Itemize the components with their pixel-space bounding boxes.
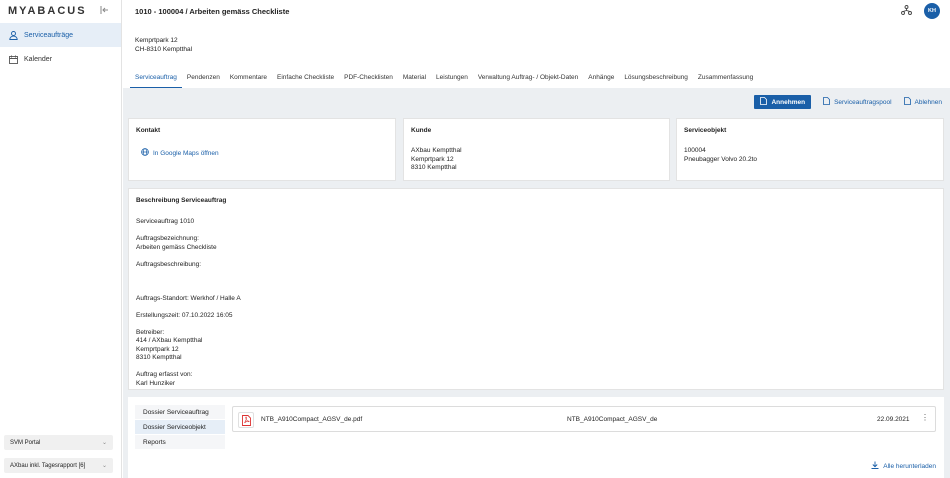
more-options-icon[interactable]: ⋮ xyxy=(921,413,929,422)
page-title: 1010 - 100004 / Arbeiten gemäss Checklis… xyxy=(135,6,290,16)
collapse-sidebar-icon[interactable] xyxy=(100,6,109,16)
file-title: NTB_A910Compact_AGSV_de xyxy=(567,416,658,423)
tab-serviceauftrag[interactable]: Serviceauftrag xyxy=(130,70,182,88)
description-line xyxy=(136,320,241,329)
description-line: Betreiber: xyxy=(136,328,165,336)
sidebar-item-label: Kalender xyxy=(24,55,53,63)
object-address: Kemprtpark 12 CH-8310 Kemptthal xyxy=(135,37,192,54)
file-name: NTB_A910Compact_AGSV_de.pdf xyxy=(261,416,363,423)
chevron-down-icon: ⌄ xyxy=(101,463,107,469)
page-header: 1010 - 100004 / Arbeiten gemäss Checklis… xyxy=(123,0,950,22)
pool-button[interactable]: Serviceauftragspool xyxy=(823,97,892,107)
sidebar: MYABACUS Serviceaufträge Kalender SVM Po… xyxy=(0,0,122,478)
reject-button-label: Ablehnen xyxy=(914,98,942,106)
object-number: 100004 xyxy=(684,147,706,154)
sidebar-item-serviceauftraege[interactable]: Serviceaufträge xyxy=(0,23,121,47)
tab-kommentare[interactable]: Kommentare xyxy=(225,70,272,88)
description-line xyxy=(136,303,241,312)
pool-button-label: Serviceauftragspool xyxy=(834,98,892,106)
calendar-icon xyxy=(8,54,18,64)
card-title: Kontakt xyxy=(136,127,161,134)
description-line: Karl Hunziker xyxy=(136,379,176,387)
customer-name: AXbau Kemptthal xyxy=(411,147,462,154)
chevron-down-icon: ⌄ xyxy=(101,440,107,446)
tab-anhaenge[interactable]: Anhänge xyxy=(583,70,619,88)
description-body: Serviceauftrag 1010 Auftragsbezeichnung:… xyxy=(136,218,241,388)
google-maps-link[interactable]: In Google Maps öffnen xyxy=(141,148,219,160)
description-line: Auftrags-Standort: Werkhof / Halle A xyxy=(136,294,241,302)
description-line: Erstellungszeit: 07.10.2022 16:05 xyxy=(136,311,233,319)
download-all-link[interactable]: Alle herunterladen xyxy=(871,461,936,471)
tab-bar: Serviceauftrag Pendenzen Kommentare Einf… xyxy=(130,70,758,88)
document-icon xyxy=(903,97,911,107)
description-line xyxy=(136,252,241,261)
document-icon xyxy=(760,97,768,107)
description-line: 8310 Kemptthal xyxy=(136,354,182,361)
description-line: 414 / AXbau Kemptthal xyxy=(136,337,203,344)
description-card: Beschreibung Serviceauftrag Serviceauftr… xyxy=(128,188,944,390)
person-icon xyxy=(8,30,18,40)
avatar[interactable]: KH xyxy=(924,3,940,19)
tab-loesungsbeschreibung[interactable]: Lösungsbeschreibung xyxy=(619,70,693,88)
card-title: Serviceobjekt xyxy=(684,127,727,134)
tab-zusammenfassung[interactable]: Zusammenfassung xyxy=(693,70,758,88)
main-content: Annehmen Serviceauftragspool Ablehnen Ko… xyxy=(123,88,950,478)
description-line: Auftrag erfasst von: xyxy=(136,371,193,378)
description-line xyxy=(136,286,241,295)
card-body: AXbau Kemptthal Kemprtpark 12 8310 Kempt… xyxy=(411,147,462,173)
description-line xyxy=(136,363,241,372)
description-line: Arbeiten gemäss Checkliste xyxy=(136,243,217,251)
tab-reports[interactable]: Reports xyxy=(135,435,225,449)
tab-pendenzen[interactable]: Pendenzen xyxy=(182,70,225,88)
description-line xyxy=(136,227,241,236)
description-line xyxy=(136,278,241,287)
customer-card: Kunde AXbau Kemptthal Kemprtpark 12 8310… xyxy=(403,118,670,181)
card-body: 100004 Pneubagger Volvo 20.2to xyxy=(684,147,757,164)
dossier-tabs: Dossier Serviceauftrag Dossier Serviceob… xyxy=(135,405,225,450)
app-logo: MYABACUS xyxy=(8,5,87,17)
sidebar-item-kalender[interactable]: Kalender xyxy=(0,47,121,71)
header-actions: KH xyxy=(901,3,940,19)
description-line: Kemprtpark 12 xyxy=(136,345,179,353)
tab-leistungen[interactable]: Leistungen xyxy=(431,70,473,88)
description-line xyxy=(136,269,241,278)
customer-street: Kemprtpark 12 xyxy=(411,155,454,163)
address-line: CH-8310 Kemptthal xyxy=(135,45,193,53)
action-bar: Annehmen Serviceauftragspool Ablehnen xyxy=(754,95,942,109)
file-row[interactable]: NTB_A910Compact_AGSV_de.pdf NTB_A910Comp… xyxy=(232,406,936,432)
pdf-file-icon xyxy=(238,412,254,428)
portal-select-value: SVM Portal xyxy=(10,439,41,446)
card-body: In Google Maps öffnen xyxy=(141,148,219,160)
mandant-select[interactable]: AXbau inkl. Tagesrapport [6] ⌄ xyxy=(4,458,113,473)
description-line: Serviceauftrag 1010 xyxy=(136,218,195,225)
download-icon xyxy=(871,461,879,471)
tab-einfache-checkliste[interactable]: Einfache Checkliste xyxy=(272,70,339,88)
description-line: Auftragsbeschreibung: xyxy=(136,260,202,268)
service-object-card: Serviceobjekt 100004 Pneubagger Volvo 20… xyxy=(676,118,944,181)
tab-dossier-serviceobjekt[interactable]: Dossier Serviceobjekt xyxy=(135,420,225,434)
network-icon[interactable] xyxy=(901,5,912,17)
download-all-label: Alle herunterladen xyxy=(883,462,936,470)
object-name: Pneubagger Volvo 20.2to xyxy=(684,155,758,163)
mandant-select-value: AXbau inkl. Tagesrapport [6] xyxy=(10,462,86,469)
customer-city: 8310 Kemptthal xyxy=(411,164,457,171)
accept-button-label: Annehmen xyxy=(771,98,806,106)
card-title: Beschreibung Serviceauftrag xyxy=(136,197,227,204)
tab-dossier-serviceauftrag[interactable]: Dossier Serviceauftrag xyxy=(135,405,225,419)
portal-select[interactable]: SVM Portal ⌄ xyxy=(4,435,113,450)
address-line: Kemprtpark 12 xyxy=(135,37,178,44)
maps-link-label: In Google Maps öffnen xyxy=(153,149,219,157)
tab-verwaltung[interactable]: Verwaltung Auftrag- / Objekt-Daten xyxy=(473,70,583,88)
sidebar-item-label: Serviceaufträge xyxy=(24,31,74,39)
description-line: Auftragsbezeichnung: xyxy=(136,235,199,242)
contact-card: Kontakt In Google Maps öffnen xyxy=(128,118,396,181)
globe-icon xyxy=(141,148,149,160)
card-title: Kunde xyxy=(411,127,432,134)
tab-material[interactable]: Material xyxy=(398,70,431,88)
accept-button[interactable]: Annehmen xyxy=(754,95,812,109)
reject-button[interactable]: Ablehnen xyxy=(903,97,942,107)
file-date: 22.09.2021 xyxy=(877,416,910,423)
tab-pdf-checklisten[interactable]: PDF-Checklisten xyxy=(339,70,398,88)
document-icon xyxy=(823,97,830,107)
